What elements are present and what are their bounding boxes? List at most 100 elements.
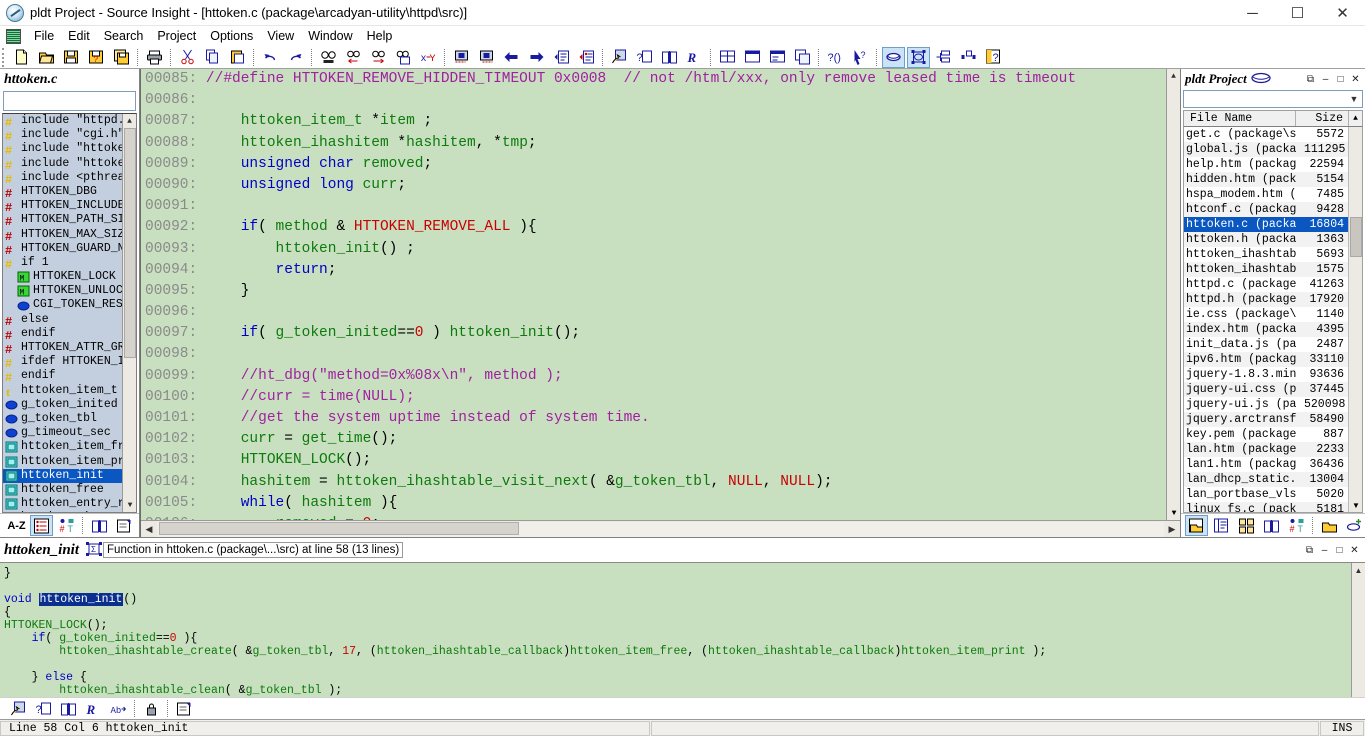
jump-to-definition-icon[interactable] (550, 47, 573, 68)
lock-icon[interactable] (140, 698, 163, 719)
context-code-line[interactable]: } (0, 567, 1365, 580)
symbol-types-icon[interactable]: # T (1285, 515, 1308, 536)
file-list-row[interactable]: get.c (package\s 5572 (1184, 127, 1362, 142)
browse-symbols-icon[interactable] (57, 698, 80, 719)
minimize-icon[interactable]: – (1318, 544, 1331, 557)
symbol-types-icon[interactable]: # T (55, 515, 78, 536)
context-help-icon[interactable]: ? (32, 698, 55, 719)
file-list-row[interactable]: help.htm (packag 22594 (1184, 157, 1362, 172)
code-line[interactable]: 00103: HTTOKEN_LOCK(); (141, 450, 1180, 471)
copy-icon[interactable] (201, 47, 224, 68)
code-line[interactable]: 00085: //#define HTTOKEN_REMOVE_HIDDEN_T… (141, 69, 1180, 90)
save-as-icon[interactable]: ? (85, 47, 108, 68)
symbol-list-item[interactable]: httoken_item_fre (3, 440, 136, 454)
menu-item-edit[interactable]: Edit (61, 27, 97, 45)
symbol-list-item[interactable]: # HTTOKEN_GUARD_NU (3, 242, 136, 256)
jump-back-icon[interactable] (450, 47, 473, 68)
file-list-row[interactable]: httoken_ihashtab 5693 (1184, 247, 1362, 262)
menu-item-window[interactable]: Window (301, 27, 359, 45)
editor-horizontal-scrollbar[interactable]: ◀ ▶ (141, 520, 1180, 537)
search-forward-icon[interactable] (367, 47, 390, 68)
symbol-list-item[interactable]: t httoken_item_t (3, 384, 136, 398)
context-code-line[interactable]: httoken_ihashtable_create( &g_token_tbl,… (0, 645, 1365, 658)
maximize-button[interactable]: ☐ (1275, 0, 1320, 26)
project-window-icon[interactable] (957, 47, 980, 68)
context-symbol-icon[interactable]: Σ (85, 541, 103, 560)
symbol-list-item[interactable]: g_timeout_sec (3, 426, 136, 440)
browse-project-icon[interactable] (1260, 515, 1283, 536)
scroll-up-icon[interactable]: ▲ (123, 114, 136, 128)
code-line[interactable]: 00091: (141, 196, 1180, 217)
file-list-row[interactable]: ipv6.htm (packag 33110 (1184, 352, 1362, 367)
horizontal-split-icon[interactable] (741, 47, 764, 68)
cascade-windows-icon[interactable] (791, 47, 814, 68)
code-line[interactable]: 00101: //get the system uptime instead o… (141, 408, 1180, 429)
search-icon[interactable] (317, 47, 340, 68)
project-selector-combo[interactable]: ▼ (1183, 90, 1363, 108)
code-line[interactable]: 00095: } (141, 281, 1180, 302)
symbol-list[interactable]: # include "httpd.h" # include "cgi.h" # inclu… (2, 113, 137, 513)
editor-vertical-scrollbar[interactable]: ▲ ▼ (1166, 69, 1180, 520)
code-line[interactable]: 00094: return; (141, 260, 1180, 281)
tile-windows-icon[interactable] (716, 47, 739, 68)
context-code-line[interactable]: } else { (0, 671, 1365, 684)
code-line[interactable]: 00092: if( method & HTTOKEN_REMOVE_ALL )… (141, 217, 1180, 238)
symbol-list-item[interactable]: # include "httpd.h" (3, 114, 136, 128)
scroll-down-icon[interactable]: ▼ (1349, 498, 1362, 512)
symbol-list-scrollbar[interactable]: ▲ ▼ (122, 114, 136, 512)
code-line[interactable]: 00086: (141, 90, 1180, 111)
smart-rename-icon[interactable] (7, 698, 30, 719)
scroll-down-icon[interactable]: ▼ (123, 498, 136, 512)
file-list-row[interactable]: init_data.js (pa 2487 (1184, 337, 1362, 352)
symbol-list-item[interactable]: CGI_TOKEN_RESO (3, 298, 136, 312)
file-list-row[interactable]: jquery.arctransf 58490 (1184, 412, 1362, 427)
file-list-row[interactable]: lan1.htm (packag 36436 (1184, 457, 1362, 472)
scroll-thumb[interactable] (1350, 217, 1362, 257)
symbol-list-item[interactable]: # HTTOKEN_MAX_SIZE (3, 228, 136, 242)
scroll-track[interactable] (157, 521, 1164, 537)
file-list-row[interactable]: lan.htm (package 2233 (1184, 442, 1362, 457)
file-list-row[interactable]: ie.css (package\ 1140 (1184, 307, 1362, 322)
context-code-view[interactable]: } void httoken_init(){HTTOKEN_LOCK(); if… (0, 562, 1365, 715)
symbol-list-item[interactable]: g_token_tbl (3, 412, 136, 426)
file-list-row[interactable]: hidden.htm (pack 5154 (1184, 172, 1362, 187)
scroll-thumb[interactable] (124, 128, 136, 358)
chevron-down-icon[interactable]: ▼ (1346, 94, 1362, 104)
file-list-row[interactable]: lan_dhcp_static. 13004 (1184, 472, 1362, 487)
undo-icon[interactable] (259, 47, 282, 68)
symbol-list-item[interactable]: # ifdef HTTOKEN_IN (3, 355, 136, 369)
open-project-icon[interactable] (1318, 515, 1341, 536)
symbol-list-item[interactable]: # HTTOKEN_PATH_SIZ (3, 213, 136, 227)
file-list-scrollbar[interactable]: ▼ (1348, 127, 1362, 512)
save-file-icon[interactable] (60, 47, 83, 68)
file-list-row[interactable]: index.htm (packa 4395 (1184, 322, 1362, 337)
code-editor[interactable]: 00085: //#define HTTOKEN_REMOVE_HIDDEN_T… (141, 69, 1180, 520)
symbol-list-item[interactable]: httoken_init (3, 468, 136, 483)
menu-item-file[interactable]: File (27, 27, 61, 45)
file-list-row[interactable]: linux_fs.c (pack 5181 (1184, 502, 1362, 512)
code-line[interactable]: 00088: httoken_ihashitem *hashitem, *tmp… (141, 133, 1180, 154)
menu-item-help[interactable]: Help (360, 27, 400, 45)
symbol-list-item[interactable]: # include "httoken (3, 142, 136, 156)
code-line[interactable]: 00098: (141, 344, 1180, 365)
context-code-line[interactable]: void httoken_init() (0, 593, 1365, 606)
symbol-window-icon[interactable] (907, 46, 930, 68)
close-icon[interactable]: ✕ (1349, 73, 1362, 86)
symbol-filter-input[interactable] (3, 91, 136, 111)
open-project-file-icon[interactable] (1185, 515, 1208, 536)
document-window-icon[interactable] (6, 28, 21, 44)
file-properties-icon[interactable] (173, 698, 196, 719)
replace-icon[interactable]: xY (417, 47, 440, 68)
forward-arrow-icon[interactable] (525, 47, 548, 68)
symbol-list-item[interactable]: httoken_entry_re (3, 497, 136, 511)
restore-icon[interactable]: ⧉ (1304, 73, 1317, 86)
menu-item-project[interactable]: Project (150, 27, 203, 45)
symbol-list-item[interactable]: # else (3, 313, 136, 327)
code-line[interactable]: 00106: removed = 0; (141, 514, 1180, 520)
jump-to-caller-icon[interactable] (575, 47, 598, 68)
code-line[interactable]: 00105: while( hashitem ){ (141, 493, 1180, 514)
references-icon[interactable]: R (683, 47, 706, 68)
symbol-list-item[interactable]: # include "httoken. (3, 157, 136, 171)
code-line[interactable]: 00096: (141, 302, 1180, 323)
scroll-up-icon[interactable]: ▲ (1352, 563, 1365, 577)
